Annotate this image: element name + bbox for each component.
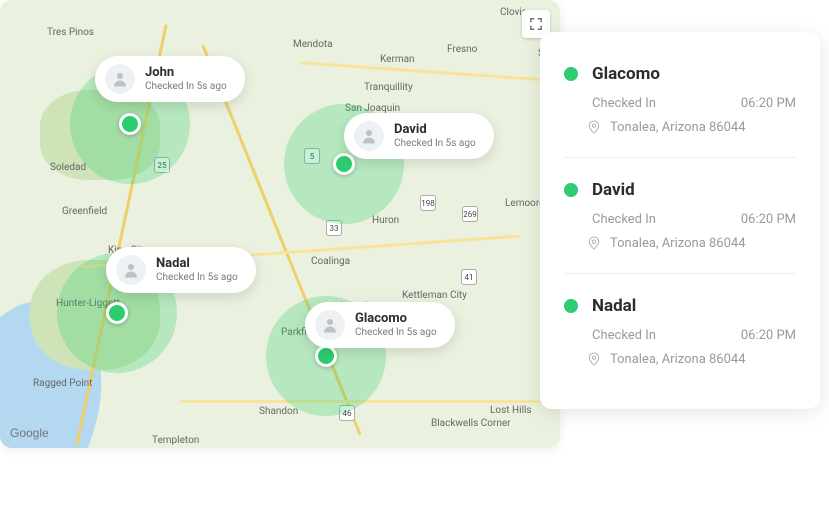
city-label: Coalinga bbox=[311, 256, 350, 267]
checkin-time: 06:20 PM bbox=[741, 96, 796, 111]
fullscreen-icon bbox=[529, 17, 543, 31]
checkin-panel: GlacomoChecked In06:20 PMTonalea, Arizon… bbox=[540, 32, 820, 409]
city-label: Greenfield bbox=[62, 206, 107, 217]
marker-status: Checked In 5s ago bbox=[394, 138, 476, 150]
location-pin-icon bbox=[586, 119, 602, 135]
google-logo: Google bbox=[10, 426, 49, 440]
marker-dot[interactable] bbox=[333, 153, 355, 175]
city-label: Kettleman City bbox=[402, 290, 467, 301]
entry-name: Nadal bbox=[592, 296, 636, 316]
route-shield: 41 bbox=[461, 269, 477, 285]
city-label: Lost Hills bbox=[490, 405, 532, 416]
marker-dot[interactable] bbox=[119, 113, 141, 135]
checkin-time: 06:20 PM bbox=[741, 328, 796, 343]
person-icon bbox=[122, 261, 140, 279]
person-icon bbox=[111, 70, 129, 88]
location-pin-icon bbox=[586, 235, 602, 251]
city-label: Lemoore bbox=[505, 198, 544, 209]
city-label: Tranquillity bbox=[364, 82, 413, 93]
marker-status: Checked In 5s ago bbox=[355, 327, 437, 339]
city-label: Fresno bbox=[447, 44, 477, 55]
city-label: Shandon bbox=[259, 406, 298, 417]
entry-location: Tonalea, Arizona 86044 bbox=[610, 120, 746, 135]
city-label: Kerman bbox=[380, 54, 415, 65]
status-label: Checked In bbox=[592, 212, 741, 227]
marker-dot[interactable] bbox=[106, 302, 128, 324]
status-label: Checked In bbox=[592, 328, 741, 343]
city-label: Blackwells Corner bbox=[431, 418, 511, 429]
location-pin-icon bbox=[586, 351, 602, 367]
marker-bubble[interactable]: NadalChecked In 5s ago bbox=[106, 247, 256, 293]
city-label: Mendota bbox=[293, 39, 333, 50]
checkin-entry[interactable]: David Checked In06:20 PM Tonalea, Arizona … bbox=[564, 157, 796, 273]
entry-location: Tonalea, Arizona 86044 bbox=[610, 352, 746, 367]
checkin-entry[interactable]: Nadal Checked In06:20 PM Tonalea, Arizona … bbox=[564, 273, 796, 389]
person-icon bbox=[360, 127, 378, 145]
avatar bbox=[315, 310, 345, 340]
status-dot bbox=[564, 67, 578, 81]
marker-status: Checked In 5s ago bbox=[145, 81, 227, 93]
city-label: Tres Pinos bbox=[47, 27, 94, 38]
marker-bubble[interactable]: GlacomoChecked In 5s ago bbox=[305, 302, 455, 348]
avatar bbox=[116, 255, 146, 285]
status-label: Checked In bbox=[592, 96, 741, 111]
checkin-entry[interactable]: Glacomo Checked In06:20 PM Tonalea, Arizon… bbox=[564, 60, 796, 157]
marker-name: Nadal bbox=[156, 257, 238, 272]
map-card: Tres PinosMendotaKermanFresnoClovisSange… bbox=[0, 0, 560, 448]
marker-name: David bbox=[394, 123, 476, 138]
route-shield: 198 bbox=[420, 195, 436, 211]
entry-name: Glacomo bbox=[592, 64, 660, 84]
marker-status: Checked In 5s ago bbox=[156, 272, 238, 284]
entry-name: David bbox=[592, 180, 635, 200]
status-dot bbox=[564, 299, 578, 313]
entry-location: Tonalea, Arizona 86044 bbox=[610, 236, 746, 251]
city-label: Huron bbox=[372, 215, 399, 226]
marker-name: John bbox=[145, 66, 227, 81]
marker-bubble[interactable]: JohnChecked In 5s ago bbox=[95, 56, 245, 102]
marker-bubble[interactable]: DavidChecked In 5s ago bbox=[344, 113, 494, 159]
status-dot bbox=[564, 183, 578, 197]
marker-dot[interactable] bbox=[315, 345, 337, 367]
city-label: Soledad bbox=[50, 162, 86, 173]
avatar bbox=[354, 121, 384, 151]
checkin-time: 06:20 PM bbox=[741, 212, 796, 227]
city-label: Ragged Point bbox=[33, 378, 92, 389]
route-shield: 269 bbox=[462, 206, 478, 222]
person-icon bbox=[321, 316, 339, 334]
avatar bbox=[105, 64, 135, 94]
marker-name: Glacomo bbox=[355, 312, 437, 327]
city-label: Templeton bbox=[152, 435, 199, 446]
